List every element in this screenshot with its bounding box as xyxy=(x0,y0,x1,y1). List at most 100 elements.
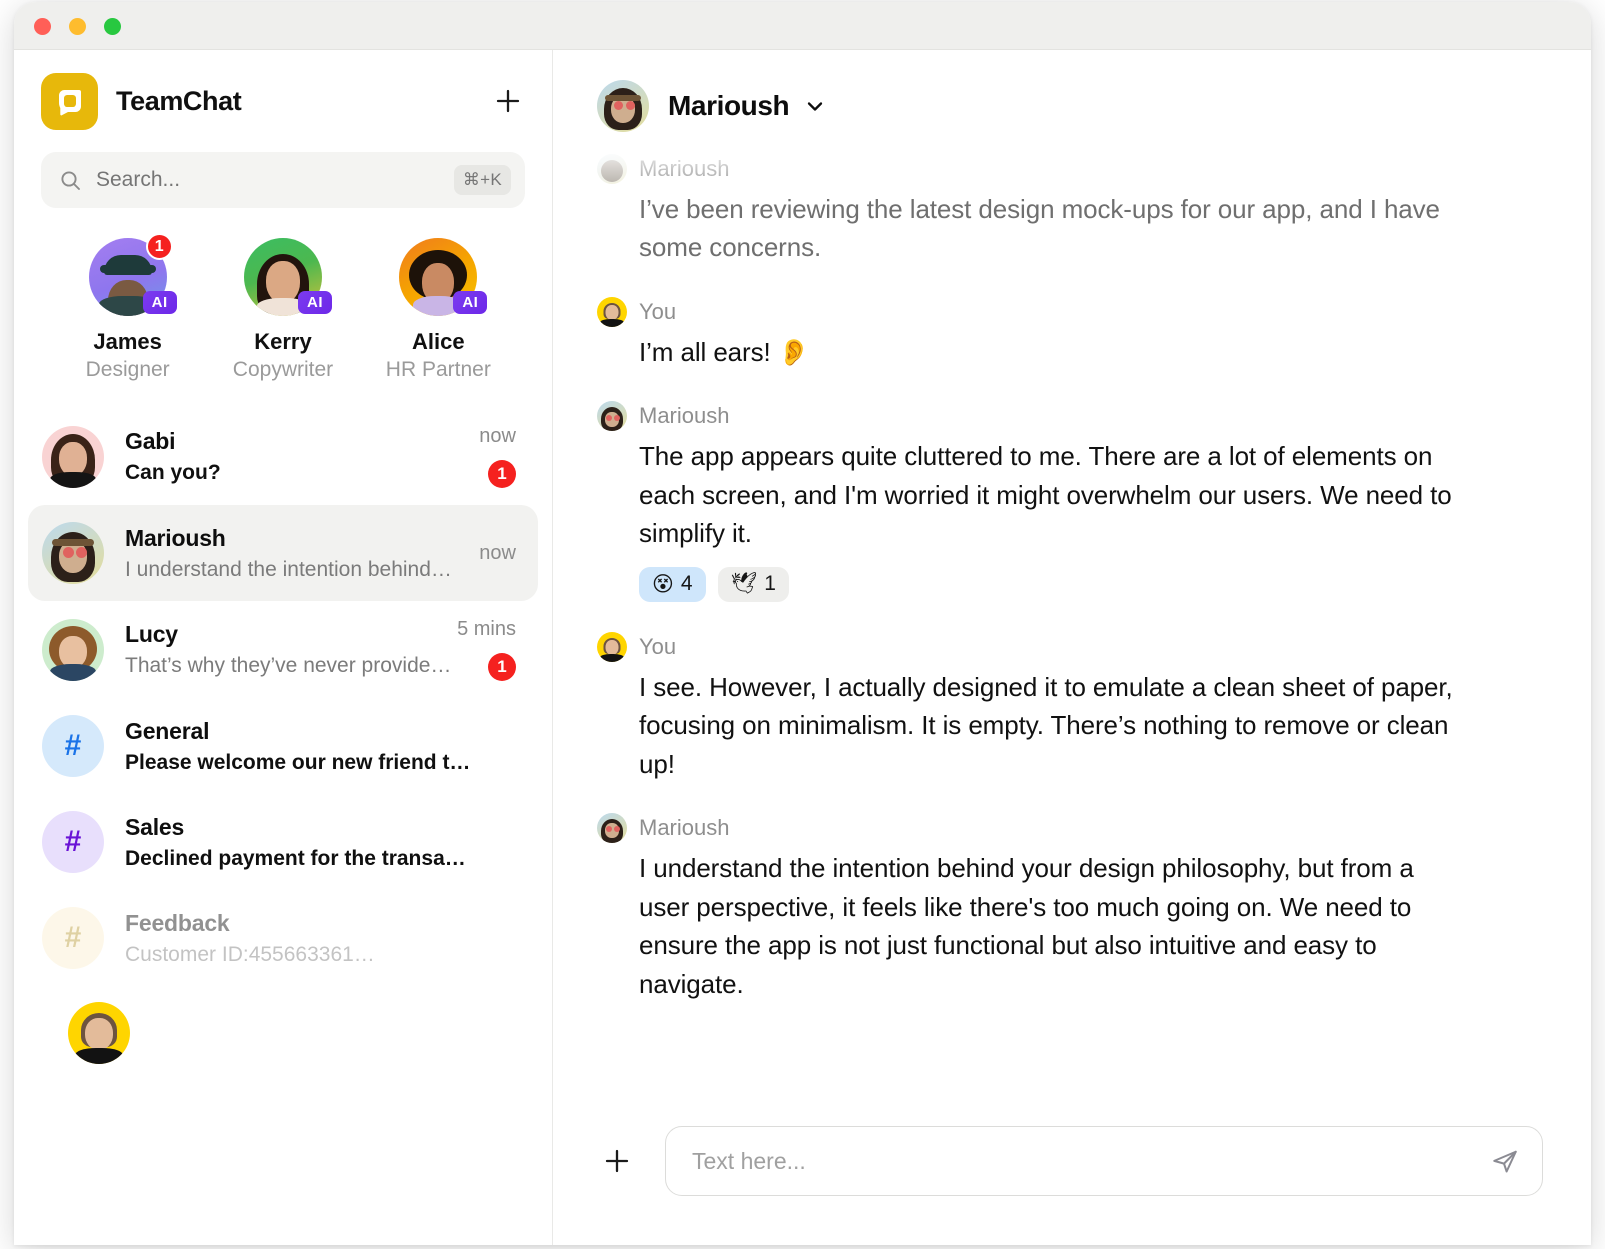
hash-icon: # xyxy=(42,907,104,969)
conversation-name: Gabi xyxy=(125,428,176,454)
search-input[interactable] xyxy=(96,168,454,192)
chat-panel: Marioush Marioush I’ve been reviewing th… xyxy=(553,50,1591,1245)
reaction-emoji: 🕊 xyxy=(730,572,758,596)
sidebar: TeamChat ⌘+K xyxy=(14,50,553,1245)
hash-icon: # xyxy=(42,811,104,873)
search-icon xyxy=(59,169,82,192)
new-chat-button[interactable] xyxy=(491,84,525,118)
message-reactions: 😵 4 🕊 1 xyxy=(639,566,1531,602)
message-author: Marioush xyxy=(639,156,730,181)
traffic-lights xyxy=(34,18,121,35)
sidebar-header: TeamChat xyxy=(14,50,552,130)
conversation-text: Feedback Customer ID:455663361… xyxy=(125,910,516,967)
message-author: Marioush xyxy=(639,403,730,429)
conversation-item-lucy[interactable]: Lucy That’s why they’ve never provide… 5… xyxy=(28,601,538,698)
reaction-count: 1 xyxy=(764,572,776,596)
reaction-count: 4 xyxy=(680,572,693,596)
conversation-preview: That’s why they’ve never provide… xyxy=(125,654,452,677)
ai-badge: AI xyxy=(297,291,332,314)
conversation-preview: I understand the intention behind… xyxy=(125,557,452,581)
reaction-pill[interactable]: 😵 4 xyxy=(639,566,706,602)
conversation-text: Gabi Can you? xyxy=(125,428,479,485)
conversation-meta: now xyxy=(479,542,516,565)
conversation-text: Marioush I understand the intention behi… xyxy=(125,525,479,582)
message-header: You xyxy=(597,631,1531,662)
message-item: Marioush I’ve been reviewing the latest … xyxy=(597,154,1531,267)
ai-contact-kerry[interactable]: AI Kerry Copywriter xyxy=(212,238,354,382)
ai-contact-role: Designer xyxy=(85,358,170,381)
search-section: ⌘+K xyxy=(14,128,552,208)
ai-contact-name: James xyxy=(93,329,162,354)
conversation-item-gabi[interactable]: Gabi Can you? now 1 xyxy=(28,408,538,505)
conversation-name: Marioush xyxy=(125,524,226,551)
hash-icon: # xyxy=(42,715,104,777)
conversation-time: now xyxy=(479,541,516,564)
ai-contact-name: Alice xyxy=(412,329,465,354)
conversation-item-sales[interactable]: # Sales Declined payment for the transa… xyxy=(28,794,538,890)
conversation-item-feedback[interactable]: # Feedback Customer ID:455663361… xyxy=(28,890,538,986)
search-bar[interactable]: ⌘+K xyxy=(41,152,525,208)
message-item: You I see. However, I actually designed … xyxy=(597,631,1531,783)
message-header: Marioush xyxy=(597,813,1531,844)
message-author: Marioush xyxy=(639,815,730,841)
maximize-window-button[interactable] xyxy=(104,18,121,35)
ai-badge: AI xyxy=(142,291,177,314)
conversation-preview: Customer ID:455663361… xyxy=(125,942,375,966)
chat-title: Marioush xyxy=(668,90,790,121)
message-input[interactable] xyxy=(692,1147,1490,1175)
chevron-down-icon[interactable] xyxy=(803,94,827,118)
reaction-emoji: 😵 xyxy=(652,572,674,596)
avatar: AI xyxy=(399,238,488,316)
message-composer xyxy=(553,1107,1591,1245)
message-header: You xyxy=(597,296,1531,327)
conversation-preview: Declined payment for the transa… xyxy=(125,846,466,870)
conversation-item-general[interactable]: # General Please welcome our new friend … xyxy=(28,698,538,794)
message-input-box[interactable] xyxy=(665,1126,1543,1196)
message-author: You xyxy=(639,633,677,659)
conversation-meta: now 1 xyxy=(479,425,516,488)
minimize-window-button[interactable] xyxy=(69,18,86,35)
message-avatar xyxy=(597,154,627,184)
conversation-item-marioush[interactable]: Marioush I understand the intention behi… xyxy=(28,505,538,601)
message-text: I’ve been reviewing the latest design mo… xyxy=(639,194,1440,263)
message-item: Marioush The app appears quite cluttered… xyxy=(597,401,1531,602)
message-avatar xyxy=(597,813,627,844)
ai-badge: AI xyxy=(453,291,488,314)
message-header: Marioush xyxy=(597,401,1531,432)
app-body: TeamChat ⌘+K xyxy=(14,50,1591,1245)
conversation-unread-badge: 1 xyxy=(488,653,516,681)
ai-contact-james[interactable]: 1 AI James Designer xyxy=(57,233,199,382)
message-avatar xyxy=(597,631,627,662)
avatar xyxy=(42,618,104,681)
send-icon[interactable] xyxy=(1490,1146,1520,1176)
ai-contact-name: Kerry xyxy=(254,329,312,354)
conversation-text: General Please welcome our new friend t… xyxy=(125,718,516,775)
conversation-meta: 5 mins 1 xyxy=(457,618,516,681)
conversation-text: Lucy That’s why they’ve never provide… xyxy=(125,621,457,678)
close-window-button[interactable] xyxy=(34,18,51,35)
window-titlebar xyxy=(14,2,1591,50)
conversation-preview: Can you? xyxy=(125,461,221,484)
message-text: I understand the intention behind your d… xyxy=(639,853,1414,999)
avatar xyxy=(42,425,104,488)
message-text: I see. However, I actually designed it t… xyxy=(639,671,1453,779)
message-item: You I’m all ears! 👂 xyxy=(597,296,1531,371)
message-thread[interactable]: Marioush I’ve been reviewing the latest … xyxy=(553,134,1591,1107)
ai-contact-alice[interactable]: AI Alice HR Partner xyxy=(367,238,509,382)
reaction-pill[interactable]: 🕊 1 xyxy=(717,566,789,602)
conversation-text: Sales Declined payment for the transa… xyxy=(125,814,516,871)
conversation-name: Feedback xyxy=(125,909,230,936)
app-title: TeamChat xyxy=(116,85,242,116)
avatar: AI xyxy=(243,238,332,316)
message-header: Marioush xyxy=(597,154,1531,184)
conversation-name: Sales xyxy=(125,813,185,840)
ai-contact-role: Copywriter xyxy=(232,358,334,381)
message-avatar xyxy=(597,296,627,327)
attach-button[interactable] xyxy=(597,1141,637,1181)
ai-contacts-row: 1 AI James Designer AI Kerry Copywriter … xyxy=(14,208,552,382)
conversation-name: Lucy xyxy=(125,621,178,647)
message-item: Marioush I understand the intention behi… xyxy=(597,813,1531,1003)
avatar xyxy=(42,522,104,584)
current-user-avatar[interactable] xyxy=(68,1002,130,1064)
app-window: TeamChat ⌘+K xyxy=(14,2,1591,1245)
